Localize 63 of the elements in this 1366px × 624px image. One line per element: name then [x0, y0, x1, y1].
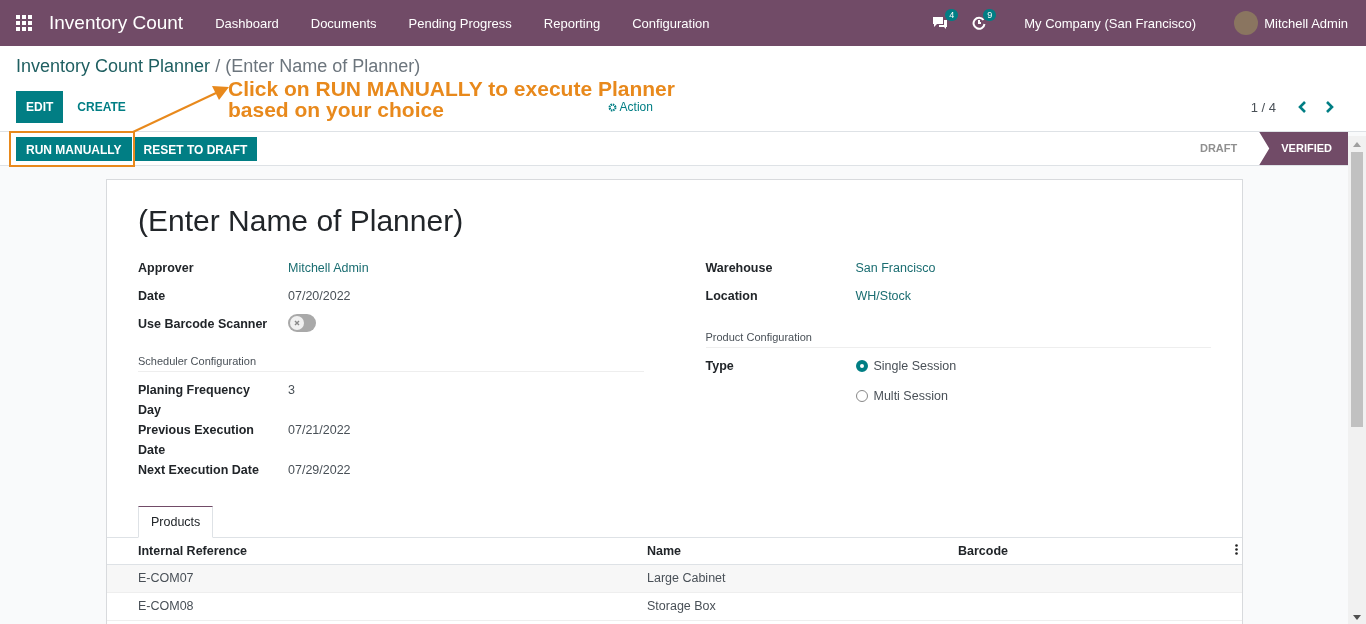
field-label: Next Execution Date	[138, 462, 260, 479]
apps-grid-icon[interactable]	[16, 15, 32, 31]
field-label: Use Barcode Scanner	[138, 316, 269, 333]
table-cell: Large Cabinet	[616, 564, 927, 593]
field-label: Date	[138, 288, 167, 305]
field-link[interactable]: San Francisco	[855, 258, 936, 278]
toggle-switch[interactable]	[288, 314, 316, 332]
action-button[interactable]: Action	[601, 99, 659, 115]
table-cell: E-COM08	[107, 592, 616, 621]
breadcrumb-link[interactable]: Inventory Count Planner	[16, 56, 211, 82]
column-header[interactable]: Barcode	[927, 538, 1142, 565]
field-link[interactable]: Mitchell Admin	[288, 258, 369, 278]
previous-icon[interactable]	[1298, 101, 1308, 113]
next-icon[interactable]	[1324, 101, 1334, 113]
activity-count-badge: 9	[983, 9, 997, 21]
scrollbar[interactable]	[1348, 136, 1366, 624]
menu-item[interactable]: Pending Progress	[392, 15, 528, 31]
menu-item[interactable]: Dashboard	[199, 15, 295, 31]
field-value: 3	[288, 382, 295, 399]
record-title: (Enter Name of Planner)	[138, 204, 465, 238]
menu-item[interactable]: Configuration	[616, 15, 726, 31]
edit-button[interactable]: EDIT	[16, 91, 64, 123]
field-label: Warehouse	[705, 260, 774, 277]
column-options-icon[interactable]	[1235, 544, 1238, 555]
gear-icon	[607, 102, 617, 112]
section-heading: Product Configuration	[705, 318, 1211, 348]
field-label: Approver	[138, 260, 195, 277]
create-button[interactable]: CREATE	[63, 91, 140, 123]
chat-icon[interactable]	[932, 16, 949, 30]
scroll-down-icon[interactable]	[1353, 615, 1361, 620]
field-value: 07/29/2022	[288, 462, 351, 479]
field-label: Previous Execution Date	[138, 422, 255, 459]
cross-icon	[293, 319, 301, 327]
table-cell: Storage Box	[616, 592, 927, 621]
radio-option[interactable]: Single Session	[855, 356, 957, 376]
pager-counter: 1 / 4	[1250, 99, 1276, 115]
section-heading: Scheduler Configuration	[138, 342, 644, 372]
user-name[interactable]: Mitchell Admin	[1264, 15, 1348, 31]
callout-text-line: Click on RUN MANUALLY to execute Planner	[228, 78, 675, 99]
company-switcher[interactable]: My Company (San Francisco)	[1024, 15, 1197, 31]
app-name[interactable]: Inventory Count	[49, 12, 184, 34]
run-manually-button[interactable]: RUN MANUALLY	[16, 136, 132, 161]
field-label: Location	[705, 288, 759, 305]
field-label: Type	[705, 358, 735, 375]
message-count-badge: 4	[945, 9, 959, 21]
breadcrumb-separator: /	[215, 56, 221, 78]
status-stage[interactable]: VERIFIED	[1259, 132, 1348, 165]
column-header[interactable]: Name	[616, 538, 927, 565]
menu-item[interactable]: Reporting	[527, 15, 617, 31]
breadcrumb-current: (Enter Name of Planner)	[225, 56, 421, 78]
notebook-tab[interactable]: Products	[138, 506, 214, 538]
menu-item[interactable]: Documents	[294, 15, 393, 31]
scrollbar-thumb[interactable]	[1351, 152, 1363, 427]
field-value: 07/20/2022	[288, 288, 351, 305]
field-label: Planing Frequency Day	[138, 382, 251, 419]
radio-option[interactable]: Multi Session	[855, 386, 957, 406]
reset-to-draft-button[interactable]: RESET TO DRAFT	[133, 136, 258, 161]
field-value: 07/21/2022	[288, 422, 351, 439]
table-cell: E-COM07	[107, 564, 616, 593]
callout-text-line: based on your choice	[228, 99, 444, 120]
field-link[interactable]: WH/Stock	[855, 286, 912, 306]
clock-icon[interactable]	[972, 16, 987, 30]
column-header[interactable]: Internal Reference	[107, 538, 616, 565]
